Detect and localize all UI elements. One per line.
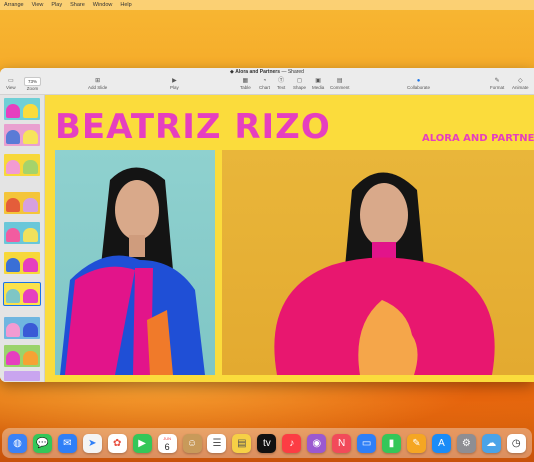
toolbar: ◆ Alora and Partners — Shared ▭ View 73%… [0,68,534,95]
media-button[interactable]: ▣ Media [312,77,324,90]
shape-label: Shape [293,85,307,90]
slide-navigator [0,95,45,382]
slide-thumbnail-selected[interactable] [3,282,41,306]
slide-thumbnail[interactable] [4,371,40,381]
apple-tv-icon[interactable]: tv [257,433,277,453]
text-label: Text [277,85,286,90]
system-settings-icon[interactable]: ⚙ [456,433,476,453]
shape-icon: ◻ [297,78,302,84]
doc-icon: ◆ [230,69,234,75]
text-button[interactable]: Ⓣ Text [277,77,285,90]
slide-thumbnail[interactable] [4,345,40,367]
numbers-icon[interactable]: ▮ [382,433,402,453]
weather-icon[interactable]: ☁ [481,433,501,453]
calendar-day: 6 [164,442,170,452]
text-icon: Ⓣ [278,78,285,84]
mail-icon[interactable]: ✉ [57,433,77,453]
document-name: Alora and Partners [235,69,281,75]
menu-view[interactable]: View [32,2,44,8]
photos-icon[interactable]: ✿ [107,433,127,453]
slide-thumbnail[interactable] [4,317,40,339]
zoom-label: Zoom [26,86,39,91]
notes-icon[interactable]: ▤ [232,433,252,453]
collaborate-label: Collaborate [407,85,431,90]
menu-help[interactable]: Help [120,2,131,8]
zoom-value[interactable]: 73% [24,77,42,86]
table-label: Table [240,85,251,90]
format-button[interactable]: ✎ Format [490,77,504,90]
view-label: View [6,85,16,90]
comment-label: Comment [330,85,350,90]
music-icon[interactable]: ♪ [282,433,302,453]
clock-icon[interactable]: ◷ [506,433,526,453]
shape-button[interactable]: ◻ Shape [293,77,306,90]
reminders-icon[interactable]: ☰ [207,433,227,453]
menu-bar: Arrange View Play Share Window Help [0,0,534,10]
table-icon: ▦ [242,78,249,84]
slide-thumbnail[interactable] [4,124,40,146]
menu-play[interactable]: Play [51,2,62,8]
add-slide-button[interactable]: ⊞ Add Slide [88,77,107,90]
media-icon: ▣ [315,78,321,84]
menu-window[interactable]: Window [93,2,113,8]
document-title: ◆ Alora and Partners — Shared [0,69,534,75]
app-store-icon[interactable]: A [431,433,451,453]
slide-thumbnail[interactable] [4,192,40,214]
animate-label: Animate [512,85,529,90]
slide-thumbnail[interactable] [4,222,40,244]
view-button[interactable]: ▭ View [6,77,16,90]
slide-subtitle[interactable]: ALORA AND PARTNE [422,133,534,144]
menu-share[interactable]: Share [70,2,85,8]
play-label: Play [170,85,179,90]
messages-icon[interactable]: 💬 [32,433,52,453]
chart-label: Chart [259,85,271,90]
zoom-control[interactable]: 73% Zoom [24,77,42,91]
dock: ◍ 💬 ✉ ➤ ✿ ▶ JUN 6 ☺ ☰ ▤ tv ♪ ◉ N ▭ ▮ ✎ A… [2,428,532,458]
facetime-icon[interactable]: ▶ [132,433,152,453]
portrait-left-illustration [60,167,205,375]
sidebar-icon: ▭ [8,78,14,84]
menu-arrange[interactable]: Arrange [4,2,24,8]
add-slide-icon: ⊞ [95,78,101,84]
portrait-photo-right[interactable] [222,150,534,375]
keynote-window: ◆ Alora and Partners — Shared ▭ View 73%… [0,68,534,382]
calendar-icon[interactable]: JUN 6 [157,433,177,453]
slide-thumbnail[interactable] [4,154,40,176]
portrait-photo-left[interactable] [55,150,215,375]
play-button[interactable]: ▶ Play [170,77,179,90]
keynote-icon[interactable]: ▭ [357,433,377,453]
format-icon: ✎ [494,78,500,84]
pages-icon[interactable]: ✎ [406,433,426,453]
add-slide-label: Add Slide [88,85,108,90]
document-status: — Shared [281,69,304,75]
slide-thumbnail[interactable] [4,98,40,120]
chart-icon: ◔ [262,78,267,84]
comment-icon: ▤ [336,78,343,84]
comment-button[interactable]: ▤ Comment [330,77,350,90]
animate-icon: ◇ [517,78,523,84]
format-label: Format [490,85,505,90]
news-icon[interactable]: N [332,433,352,453]
podcasts-icon[interactable]: ◉ [307,433,327,453]
slide-canvas[interactable]: BEATRIZ RIZO ALORA AND PARTNE [45,95,534,382]
arc-browser-icon[interactable]: ◍ [7,433,27,453]
table-button[interactable]: ▦ Table [240,77,251,90]
animate-button[interactable]: ◇ Animate [512,77,529,90]
media-label: Media [312,85,325,90]
slide-title[interactable]: BEATRIZ RIZO [55,107,331,147]
slide-thumbnail[interactable] [4,252,40,274]
maps-icon[interactable]: ➤ [82,433,102,453]
collaborate-button[interactable]: ● Collaborate [407,77,430,90]
chart-button[interactable]: ◔ Chart [259,77,270,90]
play-icon: ▶ [172,78,177,84]
portrait-right-illustration [274,172,495,375]
contacts-icon[interactable]: ☺ [182,433,202,453]
collaborate-icon: ● [416,78,421,84]
